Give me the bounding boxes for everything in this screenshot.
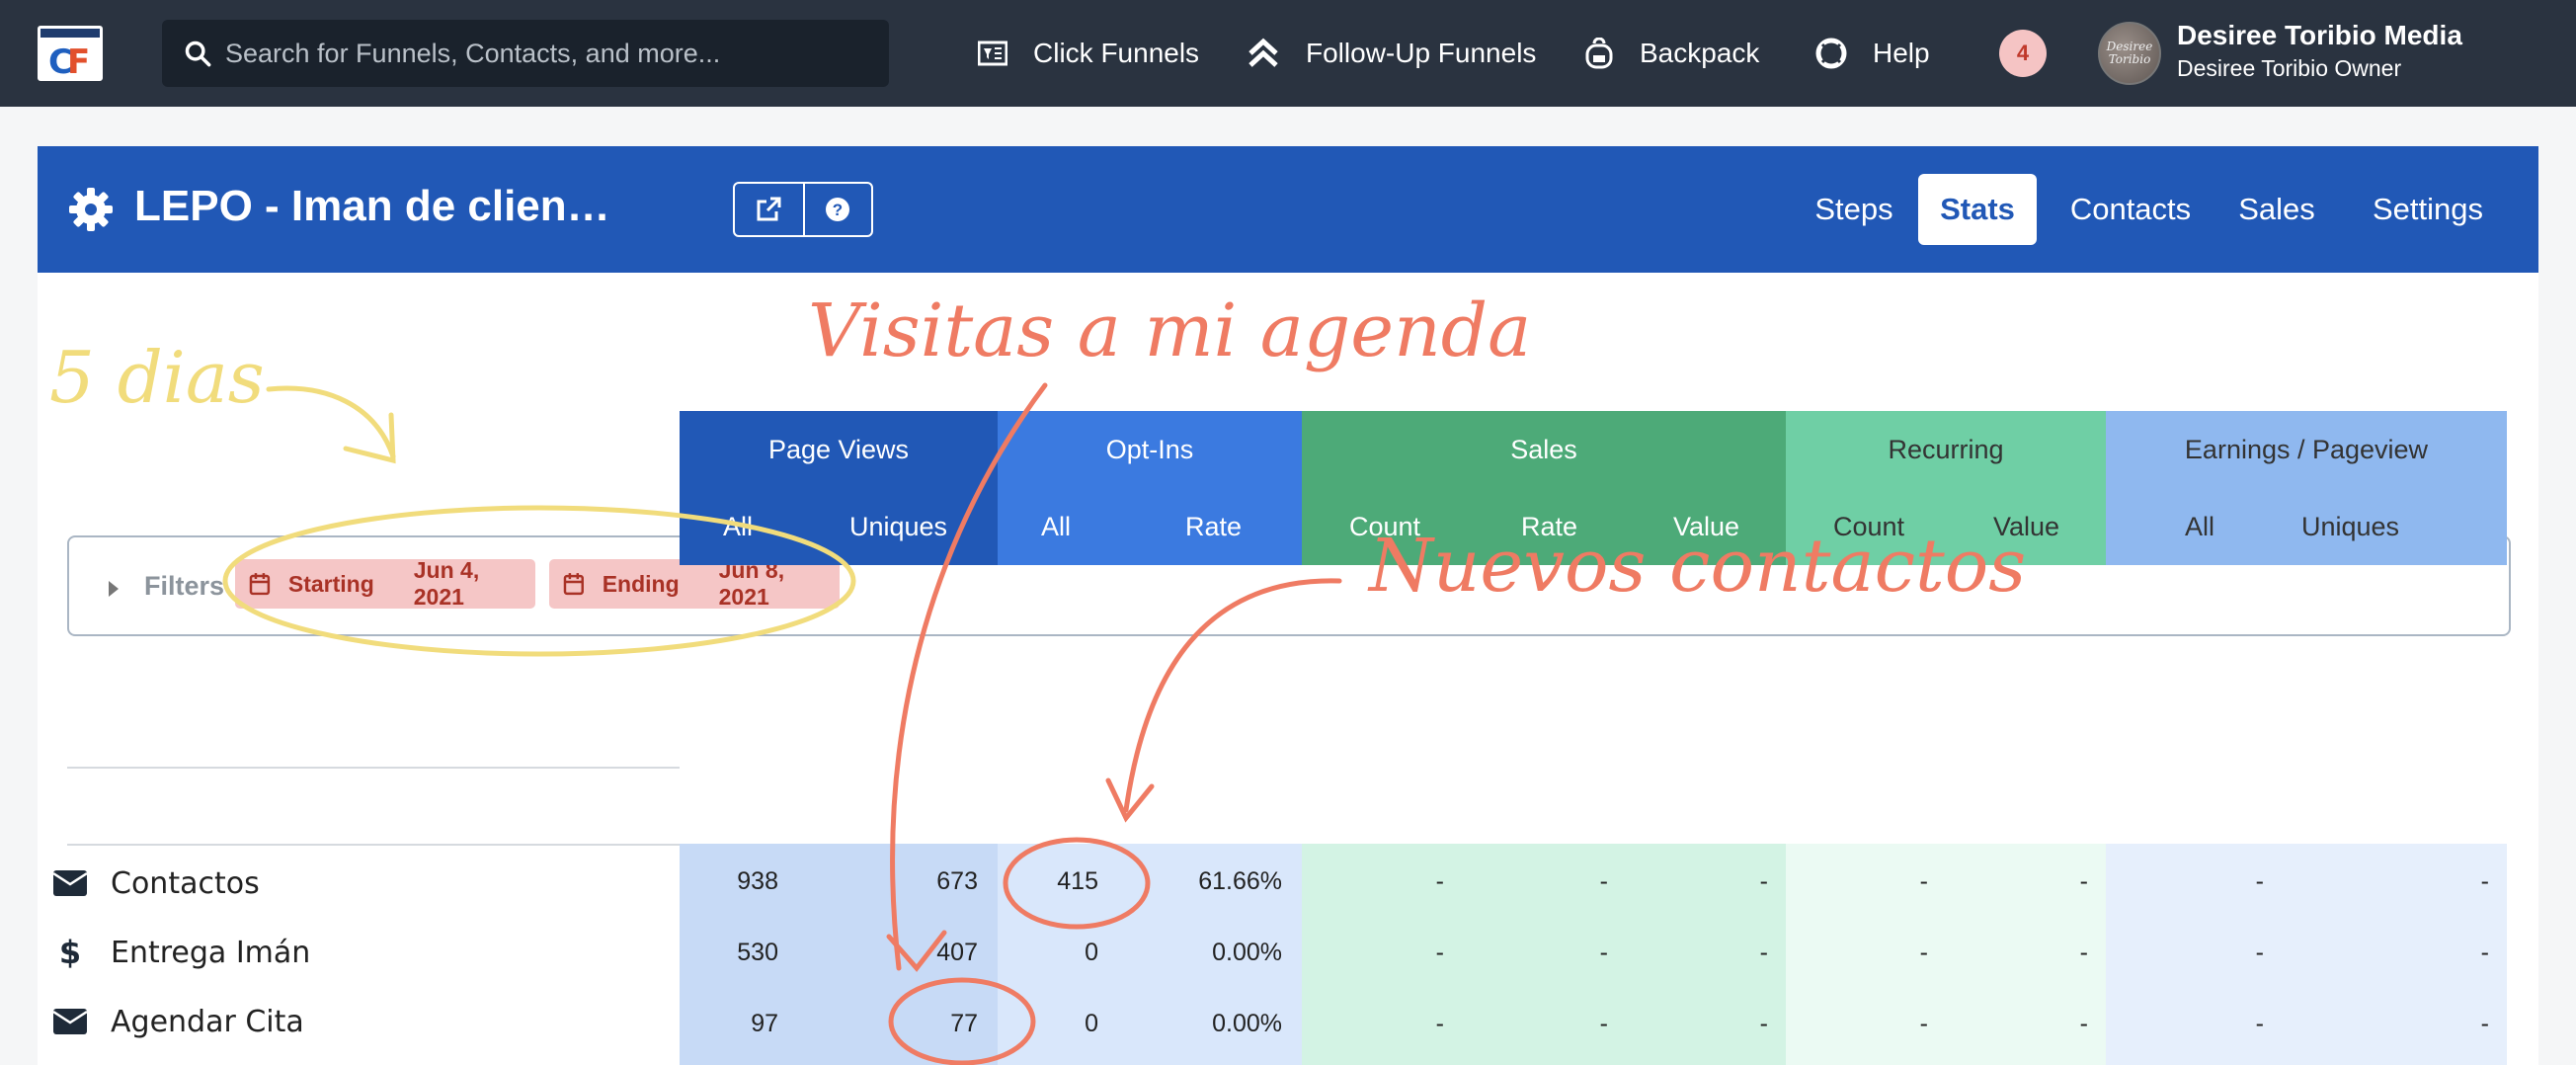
- orange-arrow-contacts: [1105, 578, 1342, 823]
- yellow-arrow: [266, 385, 396, 464]
- annotation-overlay: [222, 382, 1342, 1065]
- orange-circle-415: [1003, 837, 1151, 930]
- orange-arrow-visits: [886, 382, 1048, 972]
- yellow-ellipse: [222, 505, 856, 657]
- orange-circle-77: [888, 977, 1036, 1065]
